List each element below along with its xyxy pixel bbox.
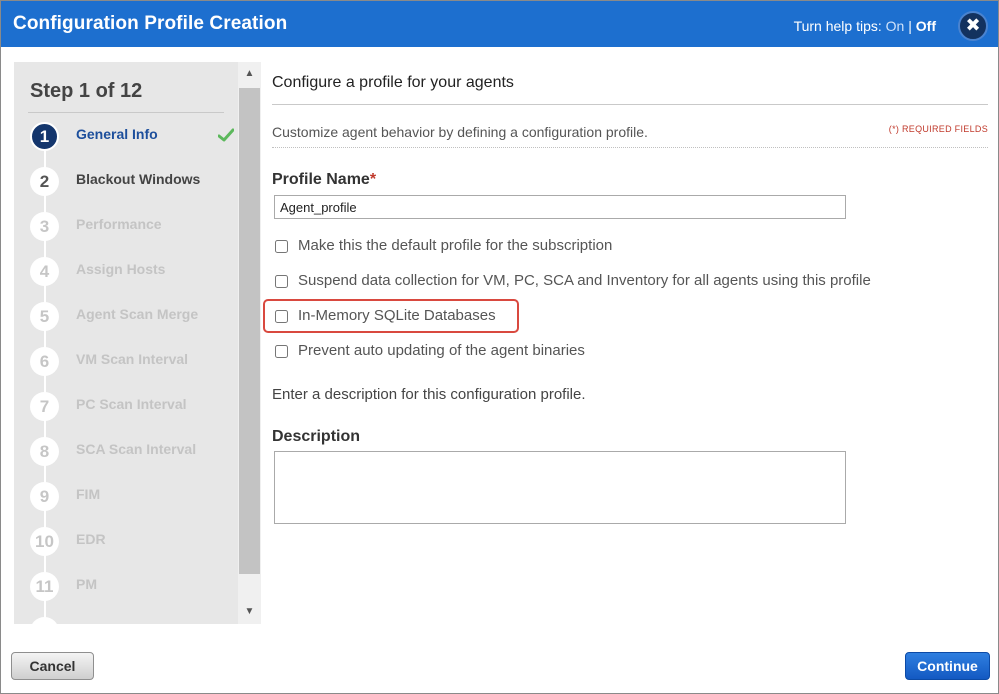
step-number: 9 <box>30 482 59 511</box>
step-label: Agent Scan Merge <box>76 306 199 322</box>
completed-check-icon <box>218 128 234 142</box>
step-label: General Info <box>76 126 158 142</box>
step-label: FIM <box>76 486 101 502</box>
prevent-auto-update-label: Prevent auto updating of the agent binar… <box>298 342 585 359</box>
scroll-thumb[interactable] <box>239 88 260 574</box>
step-label: PC Scan Interval <box>76 396 187 412</box>
subtitle-divider <box>272 147 988 148</box>
help-tips-toggle: Turn help tips: On | Off <box>794 18 936 34</box>
step-item[interactable]: 1 General Info <box>30 122 240 152</box>
step-item: 4 Assign Hosts <box>30 257 240 287</box>
description-prompt: Enter a description for this configurati… <box>272 386 586 403</box>
dialog-title: Configuration Profile Creation <box>13 13 288 34</box>
step-label: SCA Scan Interval <box>76 441 197 457</box>
step-number: 1 <box>30 122 59 151</box>
suspend-data-collection-label: Suspend data collection for VM, PC, SCA … <box>298 272 871 289</box>
step-label: VM Scan Interval <box>76 351 189 367</box>
cancel-button[interactable]: Cancel <box>11 652 94 680</box>
step-item: 6 VM Scan Interval <box>30 347 240 377</box>
step-number: 6 <box>30 347 59 376</box>
sidebar-scrollbar[interactable]: ▲ ▼ <box>238 62 261 624</box>
step-label: Blackout Windows <box>76 171 201 187</box>
step-number: 2 <box>30 167 59 196</box>
step-number: 5 <box>30 302 59 331</box>
profile-name-input[interactable] <box>274 195 846 219</box>
step-item[interactable]: 2 Blackout Windows <box>30 167 240 197</box>
required-asterisk: * <box>369 171 377 188</box>
help-tips-off-link[interactable]: Off <box>916 18 936 34</box>
suspend-data-collection-checkbox[interactable] <box>275 275 288 288</box>
default-profile-label: Make this the default profile for the su… <box>298 237 613 254</box>
help-tips-separator: | <box>908 18 912 34</box>
help-tips-label: Turn help tips: <box>793 18 882 34</box>
step-number: 12 <box>30 617 59 624</box>
profile-name-label: Profile Name* <box>272 171 376 189</box>
step-label: XDR <box>76 621 226 624</box>
in-memory-sqlite-checkbox[interactable] <box>275 310 288 323</box>
step-counter: Step 1 of 12 <box>30 80 143 102</box>
step-number: 3 <box>30 212 59 241</box>
in-memory-sqlite-label: In-Memory SQLite Databases <box>298 307 496 324</box>
required-fields-note: (*) REQUIRED FIELDS <box>888 124 988 134</box>
page-subtitle: Customize agent behavior by defining a c… <box>272 124 648 140</box>
step-item: 8 SCA Scan Interval <box>30 437 240 467</box>
step-item: 7 PC Scan Interval <box>30 392 240 422</box>
step-item: 3 Performance <box>30 212 240 242</box>
profile-name-label-text: Profile Name <box>272 171 370 188</box>
help-tips-on-link[interactable]: On <box>886 18 905 34</box>
step-label: EDR <box>76 531 106 547</box>
dialog-window: Configuration Profile Creation Turn help… <box>0 0 999 694</box>
heading-divider <box>272 104 988 105</box>
step-item: 11 PM <box>30 572 240 602</box>
description-textarea[interactable] <box>274 451 846 524</box>
step-number: 11 <box>30 572 59 601</box>
prevent-auto-update-checkbox[interactable] <box>275 345 288 358</box>
description-label: Description <box>272 428 361 445</box>
title-bar: Configuration Profile Creation Turn help… <box>1 1 998 47</box>
step-number: 8 <box>30 437 59 466</box>
close-icon[interactable]: ✖ <box>958 11 988 41</box>
step-number: 7 <box>30 392 59 421</box>
scroll-up-arrow-icon[interactable]: ▲ <box>238 62 261 86</box>
step-number: 4 <box>30 257 59 286</box>
step-item: 5 Agent Scan Merge <box>30 302 240 332</box>
wizard-steps-sidebar: Step 1 of 12 1 General Info 2 Blackout Wind… <box>14 62 261 624</box>
step-item: 9 FIM <box>30 482 240 512</box>
step-label: Performance <box>76 216 162 232</box>
step-label: PM <box>76 576 97 592</box>
continue-button[interactable]: Continue <box>905 652 990 680</box>
step-item: 10 EDR <box>30 527 240 557</box>
step-number: 10 <box>30 527 59 556</box>
page-heading: Configure a profile for your agents <box>272 74 514 91</box>
default-profile-checkbox[interactable] <box>275 240 288 253</box>
scroll-down-arrow-icon[interactable]: ▼ <box>238 600 261 624</box>
step-header-divider <box>28 112 224 113</box>
step-label: Assign Hosts <box>76 261 166 277</box>
step-item: 12 XDR <box>30 617 240 624</box>
